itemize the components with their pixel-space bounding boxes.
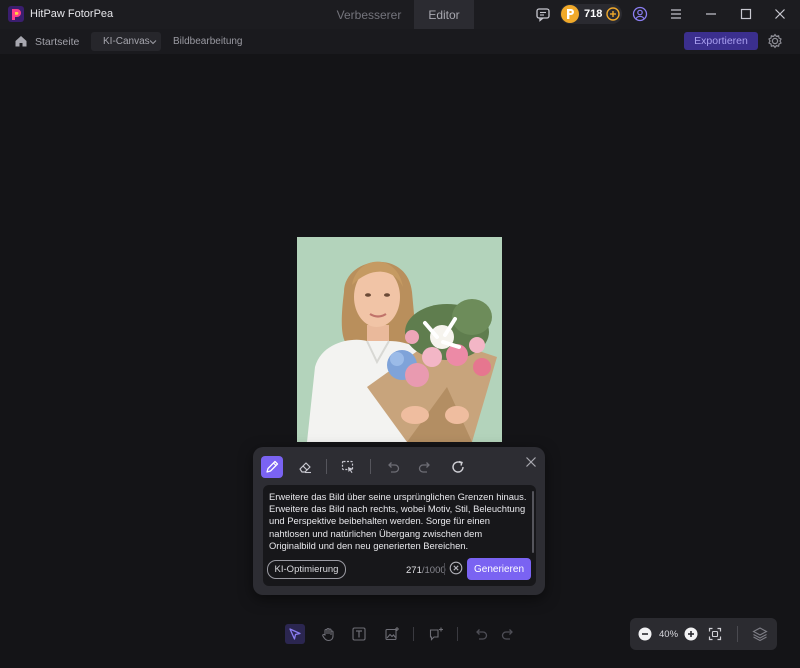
- app-logo-icon: [8, 6, 24, 22]
- canvas-undo-button[interactable]: [471, 624, 491, 644]
- gear-icon[interactable]: [766, 32, 784, 50]
- hand-tool-button[interactable]: [318, 624, 338, 644]
- tab-editor[interactable]: Editor: [414, 0, 474, 29]
- menu-icon[interactable]: [668, 6, 684, 22]
- tab-editor-label: Editor: [428, 7, 460, 22]
- generate-button[interactable]: Generieren: [467, 558, 531, 580]
- zoom-separator: [737, 626, 738, 642]
- hand-icon: [322, 627, 334, 642]
- canvas-mode-label: KI-Canvas: [103, 36, 150, 47]
- redo-icon: [501, 629, 513, 640]
- layers-icon[interactable]: [752, 626, 768, 642]
- add-image-tool-button[interactable]: [382, 624, 402, 644]
- export-button[interactable]: Exportieren: [684, 32, 758, 50]
- maximize-icon[interactable]: [738, 6, 754, 22]
- clear-text-icon[interactable]: [449, 561, 463, 575]
- tab-verbesserer[interactable]: Verbesserer: [323, 0, 415, 29]
- tab-verbesserer-label: Verbesserer: [336, 7, 402, 22]
- text-tool-button[interactable]: [349, 624, 369, 644]
- undo-icon: [388, 462, 400, 473]
- add-image-icon: [385, 627, 399, 641]
- chat-icon[interactable]: [535, 6, 551, 22]
- eraser-tool-button[interactable]: [294, 456, 316, 478]
- ai-optimize-button[interactable]: KI-Optimierung: [267, 560, 346, 579]
- brush-icon: [266, 460, 279, 473]
- reset-icon: [452, 460, 464, 473]
- tool-separator: [370, 459, 371, 474]
- select-icon: [289, 628, 301, 640]
- char-count-max: /1000: [421, 565, 446, 576]
- toolbar-separator: [413, 627, 414, 641]
- ai-prompt-panel: Erweitere das Bild über seine ursprüngli…: [253, 447, 545, 595]
- chevron-down-icon: [149, 40, 157, 45]
- coin-icon: [561, 5, 579, 23]
- undo-button[interactable]: [382, 456, 404, 478]
- zoom-controls: 40%: [630, 618, 777, 650]
- close-icon[interactable]: [772, 6, 788, 22]
- ai-chat-tool-button[interactable]: [426, 624, 446, 644]
- credit-count: 718: [584, 8, 603, 20]
- close-panel-icon[interactable]: [525, 456, 537, 468]
- prompt-textarea[interactable]: Erweitere das Bild über seine ursprüngli…: [263, 485, 536, 586]
- zoom-in-icon[interactable]: [684, 627, 698, 641]
- zoom-out-icon[interactable]: [638, 627, 652, 641]
- minimize-icon[interactable]: [703, 6, 719, 22]
- eraser-icon: [299, 462, 311, 474]
- prompt-text: Erweitere das Bild über seine ursprüngli…: [269, 491, 527, 551]
- nav-bar: Startseite KI-Canvas Bildbearbeitung Exp…: [0, 29, 800, 54]
- brush-tool-button[interactable]: [261, 456, 283, 478]
- selection-icon: [341, 460, 354, 473]
- credits-pill[interactable]: 718: [560, 4, 622, 24]
- toolbar-separator: [457, 627, 458, 641]
- canvas-redo-button[interactable]: [498, 624, 518, 644]
- redo-icon: [418, 462, 430, 473]
- zoom-level: 40%: [659, 629, 679, 640]
- canvas-image[interactable]: [297, 237, 502, 442]
- home-icon[interactable]: [14, 34, 28, 48]
- user-icon[interactable]: [632, 6, 648, 22]
- home-link[interactable]: Startseite: [35, 36, 79, 48]
- add-credits-icon[interactable]: [606, 7, 620, 21]
- breadcrumb-bildbearbeitung[interactable]: Bildbearbeitung: [173, 36, 243, 47]
- selection-tool-button[interactable]: [337, 456, 359, 478]
- tool-separator: [326, 459, 327, 474]
- fit-screen-icon[interactable]: [708, 627, 722, 641]
- prompt-scrollbar[interactable]: [532, 491, 534, 553]
- select-tool-button[interactable]: [285, 624, 305, 644]
- app-name: HitPaw FotorPea: [30, 8, 114, 20]
- chat-add-icon: [429, 627, 443, 641]
- title-bar: HitPaw FotorPea Verbesserer Editor 718: [0, 0, 800, 29]
- counter-separator: [444, 563, 445, 575]
- char-count-value: 271: [406, 565, 422, 576]
- undo-icon: [476, 629, 488, 640]
- char-counter: 271/1000: [406, 565, 446, 576]
- reset-button[interactable]: [447, 456, 469, 478]
- redo-button[interactable]: [414, 456, 436, 478]
- canvas-mode-dropdown[interactable]: KI-Canvas: [91, 32, 161, 51]
- text-icon: [352, 627, 366, 641]
